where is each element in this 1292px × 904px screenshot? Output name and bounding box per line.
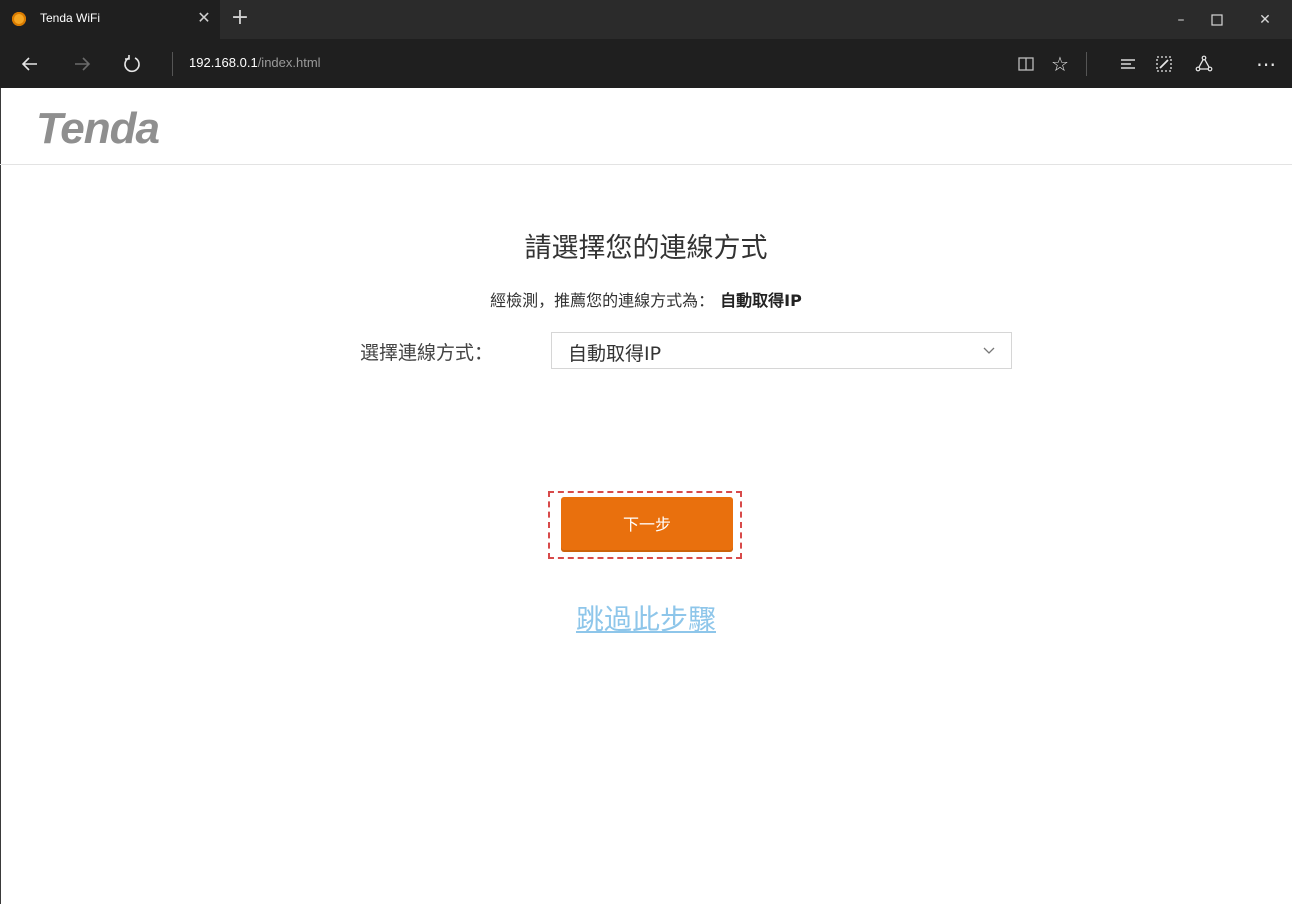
header-divider bbox=[0, 164, 1292, 165]
browser-nav-bar: 192.168.0.1/index.html ☆ ⋯ bbox=[0, 39, 1292, 88]
hub-icon[interactable] bbox=[1114, 51, 1142, 77]
connection-type-select[interactable]: 自動取得IP bbox=[551, 332, 1012, 369]
pen-note-icon[interactable] bbox=[1150, 51, 1178, 77]
window-close-icon[interactable]: ✕ bbox=[1250, 8, 1280, 32]
detection-result: 經檢測，推薦您的連線方式為： 自動取得IP bbox=[0, 287, 1292, 311]
tab-close-icon[interactable]: ✕ bbox=[194, 8, 214, 28]
forward-arrow-icon[interactable] bbox=[68, 51, 96, 77]
address-bar[interactable]: 192.168.0.1/index.html bbox=[189, 55, 321, 70]
url-host: 192.168.0.1 bbox=[189, 55, 258, 70]
chevron-down-icon bbox=[981, 342, 997, 358]
minimize-icon[interactable]: – bbox=[1166, 8, 1196, 32]
tab-title: Tenda WiFi bbox=[40, 11, 101, 25]
url-path: /index.html bbox=[257, 55, 321, 70]
refresh-icon[interactable] bbox=[118, 51, 146, 77]
select-current-value: 自動取得IP bbox=[568, 343, 662, 365]
tenda-logo: Tenda bbox=[36, 104, 160, 153]
detection-value: 自動取得IP bbox=[720, 291, 802, 310]
detection-label: 經檢測，推薦您的連線方式為： bbox=[490, 291, 715, 310]
connection-type-label: 選擇連線方式： bbox=[360, 342, 494, 364]
share-icon[interactable] bbox=[1190, 51, 1218, 77]
page-title: 請選擇您的連線方式 bbox=[524, 233, 768, 264]
toolbar-divider bbox=[1086, 52, 1087, 76]
book-icon[interactable] bbox=[1012, 51, 1040, 77]
page-left-border bbox=[0, 88, 1, 904]
more-icon[interactable]: ⋯ bbox=[1252, 51, 1280, 77]
new-tab-icon[interactable]: + bbox=[228, 6, 252, 30]
next-step-button[interactable]: 下一步 bbox=[561, 497, 733, 552]
browser-tab[interactable]: Tenda WiFi ✕ bbox=[0, 0, 220, 39]
back-arrow-icon[interactable] bbox=[16, 51, 44, 77]
browser-title-bar: Tenda WiFi ✕ + – ✕ bbox=[0, 0, 1292, 39]
nav-divider bbox=[172, 52, 173, 76]
skip-step-link[interactable]: 跳過此步驟 bbox=[0, 598, 1292, 638]
maximize-icon[interactable] bbox=[1202, 8, 1232, 32]
tenda-favicon-icon bbox=[12, 12, 26, 26]
star-icon[interactable]: ☆ bbox=[1046, 51, 1074, 77]
